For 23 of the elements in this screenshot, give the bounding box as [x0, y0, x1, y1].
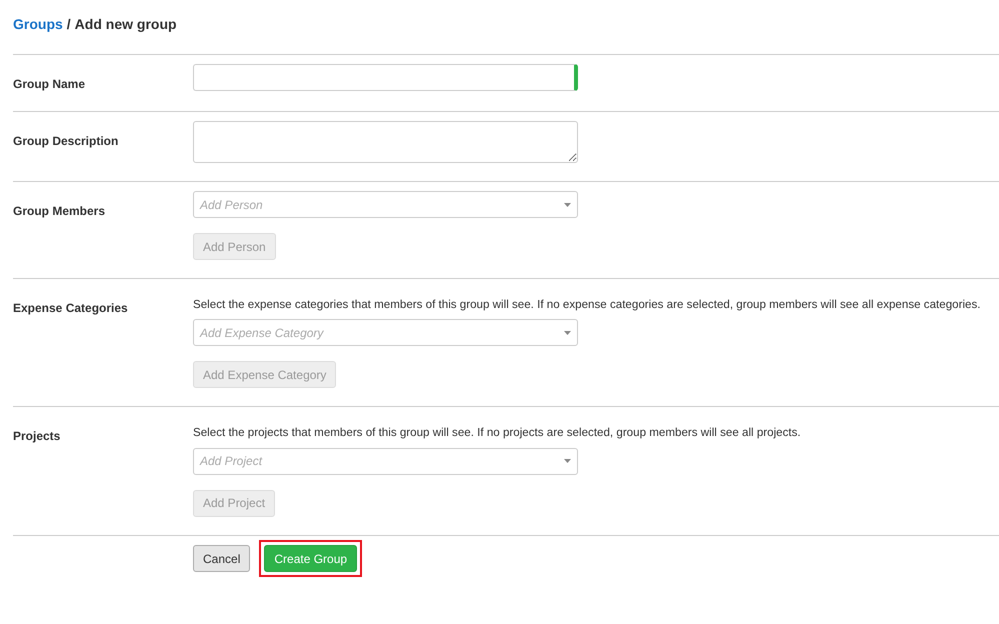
field-label: Group Description — [13, 133, 120, 150]
create-button[interactable]: Create Group — [264, 545, 358, 572]
page-title: Add new group — [74, 15, 177, 34]
field-description: Select the projects that members of this group will see. If no projects are selected, group members will see all projects. — [193, 425, 801, 442]
breadcrumb-separator: / — [66, 15, 71, 34]
caret-icon — [564, 459, 571, 464]
field-label: Expense Categories — [13, 300, 129, 317]
select-placeholder: Add Expense Category — [200, 324, 324, 342]
breadcrumb-link[interactable]: Groups — [13, 14, 63, 54]
select-field[interactable]: Add Project — [193, 448, 578, 475]
field-label: Projects — [13, 428, 62, 446]
field-label: Group Name — [13, 76, 86, 93]
field-label: Group Members — [13, 203, 106, 220]
caret-icon — [564, 330, 571, 335]
text-input[interactable] — [193, 64, 578, 91]
cancel-button[interactable]: Cancel — [193, 545, 250, 572]
select-field[interactable]: Add Person — [193, 191, 578, 218]
select-field[interactable]: Add Expense Category — [193, 319, 578, 346]
field-description: Select the expense categories that members of this group will see. If no expense categories are selected, group members will see all expense categories. — [193, 297, 981, 313]
select-placeholder: Add Project — [200, 453, 262, 470]
textarea-input[interactable] — [193, 121, 578, 163]
caret-icon — [564, 202, 571, 206]
select-placeholder: Add Person — [200, 196, 263, 214]
